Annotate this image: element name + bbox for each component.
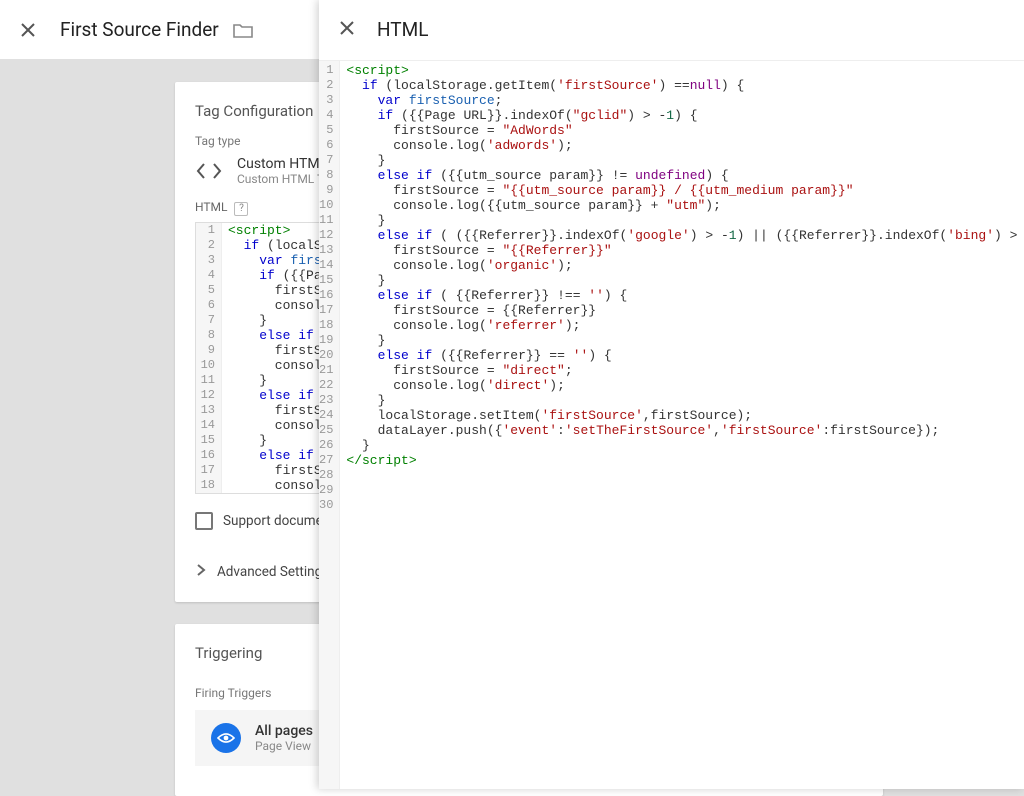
eye-icon: [211, 723, 241, 753]
support-doc-checkbox[interactable]: [195, 512, 213, 530]
trigger-sub: Page View: [255, 739, 313, 753]
overlay-title: HTML: [377, 18, 428, 41]
trigger-name: All pages: [255, 723, 313, 739]
close-main-button[interactable]: [14, 16, 42, 44]
help-icon[interactable]: ?: [234, 202, 248, 216]
overlay-code-body[interactable]: <script> if (localStorage.getItem('first…: [340, 61, 1024, 789]
small-code-gutter: 1 2 3 4 5 6 7 8 9 10 11 12 13 14 15 16 1…: [196, 223, 222, 493]
close-icon: [20, 22, 36, 38]
close-icon: [339, 20, 355, 36]
html-field-label-text: HTML: [195, 200, 228, 214]
html-overlay-pane: HTML 1 2 3 4 5 6 7 8 9 10 11 12 13 14 15…: [319, 0, 1024, 789]
overlay-code-editor[interactable]: 1 2 3 4 5 6 7 8 9 10 11 12 13 14 15 16 1…: [319, 60, 1024, 789]
overlay-gutter: 1 2 3 4 5 6 7 8 9 10 11 12 13 14 15 16 1…: [319, 61, 340, 789]
overlay-header: HTML: [319, 0, 1024, 60]
folder-icon[interactable]: [233, 20, 253, 40]
page-title[interactable]: First Source Finder: [60, 18, 219, 41]
support-doc-label: Support document: [223, 513, 335, 529]
chevron-right-icon: [195, 564, 207, 580]
close-overlay-button[interactable]: [339, 20, 355, 40]
code-brackets-icon: [195, 157, 223, 185]
advanced-settings-label: Advanced Settings: [217, 564, 329, 580]
